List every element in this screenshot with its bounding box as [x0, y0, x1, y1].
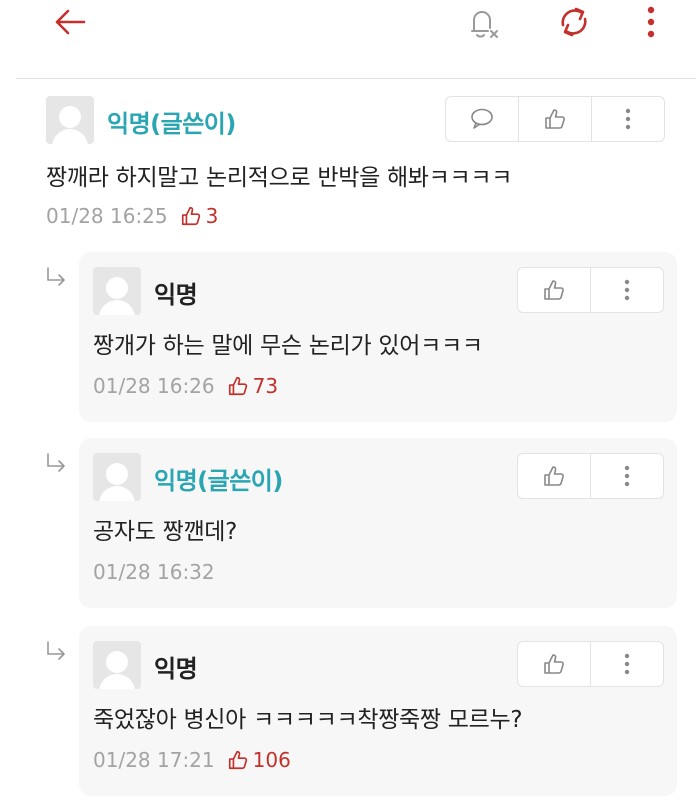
comment-action-bar: [517, 267, 664, 313]
comment-meta: 01/28 16:25 3: [46, 204, 218, 228]
comment-action-bar: [517, 641, 664, 687]
like-count-value: 3: [205, 204, 219, 228]
comment-action-bar: [517, 453, 664, 499]
reply-arrow-icon: [44, 640, 68, 664]
thumbs-up-icon[interactable]: [518, 454, 590, 498]
avatar: [93, 641, 141, 689]
comment-meta: 01/28 16:32: [93, 560, 215, 584]
more-vertical-icon[interactable]: [591, 97, 664, 141]
header-divider: [16, 78, 696, 79]
back-arrow-icon[interactable]: [50, 0, 90, 44]
comment-timestamp: 01/28 17:21: [93, 748, 215, 772]
avatar: [93, 453, 141, 501]
bell-off-icon[interactable]: [460, 0, 504, 44]
like-count: 73: [227, 374, 278, 398]
thumbs-up-icon: [181, 206, 200, 226]
thumbs-up-icon: [228, 376, 247, 396]
comment-item: 익명(글쓴이) 짱깨라 하지말고 논리적으로 반박을 해봐ㅋㅋㅋㅋ 01/28 …: [0, 80, 700, 250]
avatar: [93, 267, 141, 315]
like-count: 3: [180, 204, 219, 228]
thumbs-up-icon: [228, 750, 247, 770]
top-bar: [0, 0, 700, 79]
thumbs-up-icon[interactable]: [518, 642, 590, 686]
reply-arrow-icon: [44, 266, 68, 290]
comment-timestamp: 01/28 16:25: [46, 204, 168, 228]
like-count-value: 106: [252, 748, 291, 772]
comment-text: 공자도 짱깬데?: [93, 519, 238, 545]
reply-item: 익명(글쓴이) 공자도 짱깬데? 01/28 16:32: [79, 438, 677, 608]
comment-author-name: 익명: [154, 655, 198, 683]
thumbs-up-icon[interactable]: [518, 268, 590, 312]
reply-bubble-icon[interactable]: [446, 97, 518, 141]
more-vertical-icon[interactable]: [590, 268, 663, 312]
comment-text: 짱개가 하는 말에 무슨 논리가 있어ㅋㅋㅋ: [93, 333, 483, 359]
comment-meta: 01/28 17:21 106: [93, 748, 291, 772]
avatar: [46, 96, 94, 144]
like-count: 106: [227, 748, 291, 772]
comment-timestamp: 01/28 16:26: [93, 374, 215, 398]
thumbs-up-icon[interactable]: [518, 97, 591, 141]
comment-text: 짱깨라 하지말고 논리적으로 반박을 해봐ㅋㅋㅋㅋ: [46, 165, 513, 191]
more-vertical-icon[interactable]: [590, 642, 663, 686]
refresh-icon[interactable]: [552, 0, 596, 44]
comment-action-bar: [445, 96, 665, 142]
comment-author-name: 익명: [154, 281, 198, 309]
comment-author-name: 익명(글쓴이): [154, 467, 283, 495]
comment-meta: 01/28 16:26 73: [93, 374, 278, 398]
reply-item: 익명 죽었잖아 병신아 ㅋㅋㅋㅋㅋ착짱죽짱 모르누? 01/28 17:21 1…: [79, 626, 677, 796]
reply-arrow-icon: [44, 452, 68, 476]
more-vertical-icon[interactable]: [636, 0, 666, 44]
more-vertical-icon[interactable]: [590, 454, 663, 498]
reply-item: 익명 짱개가 하는 말에 무슨 논리가 있어ㅋㅋㅋ 01/28 16:26 73: [79, 252, 677, 422]
like-count-value: 73: [252, 374, 279, 398]
comment-timestamp: 01/28 16:32: [93, 560, 215, 584]
comment-text: 죽었잖아 병신아 ㅋㅋㅋㅋㅋ착짱죽짱 모르누?: [93, 707, 523, 733]
comment-author-name: 익명(글쓴이): [107, 110, 236, 138]
